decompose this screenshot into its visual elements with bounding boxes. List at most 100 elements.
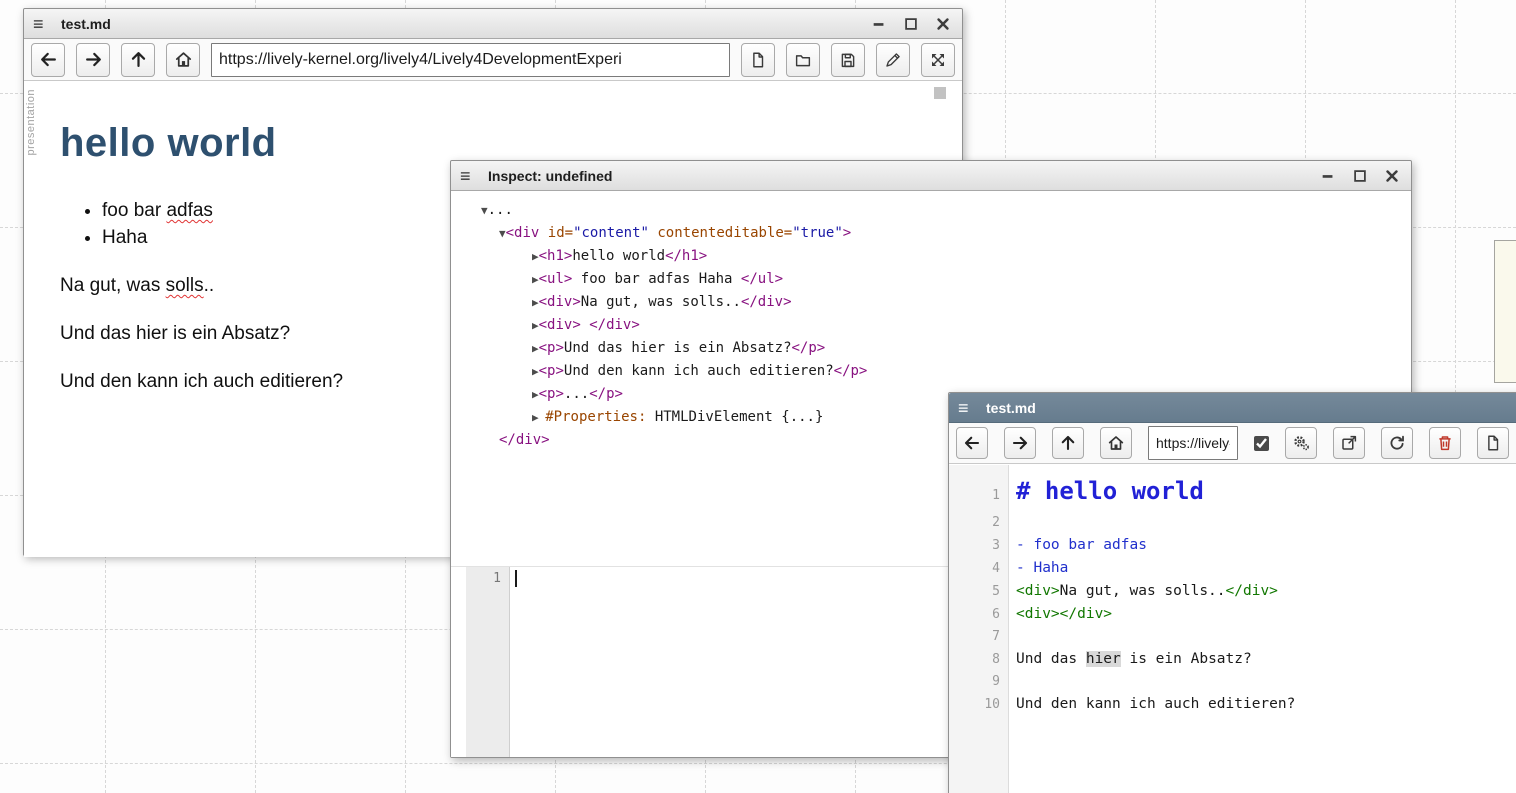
up-arrow-icon <box>1059 434 1077 452</box>
misspelled-word: adfas <box>166 200 212 221</box>
window-menu-icon[interactable]: ≡ <box>33 15 57 33</box>
editor-line[interactable]: 6<div></div> <box>949 603 1516 626</box>
editor-lines: 1# hello world23- foo bar adfas4- Haha5<… <box>949 465 1516 716</box>
expand-arrows-icon <box>929 51 947 69</box>
tree-row[interactable]: ▶<h1>hello world</h1> <box>451 245 1411 268</box>
titlebar[interactable]: ≡ test.md <box>949 393 1516 423</box>
editor-line[interactable]: 3- foo bar adfas <box>949 534 1516 557</box>
presentation-label: presentation <box>25 89 37 156</box>
floppy-save-icon <box>839 51 857 69</box>
gears-icon <box>1292 434 1310 452</box>
file-icon <box>749 51 767 69</box>
line-number-gutter <box>466 567 510 757</box>
line-number: 10 <box>949 694 1009 716</box>
line-number: 8 <box>949 649 1009 671</box>
pencil-icon <box>884 51 902 69</box>
titlebar[interactable]: ≡ Inspect: undefined <box>451 161 1411 191</box>
tree-row[interactable]: ▶<ul> foo bar adfas Haha </ul> <box>451 268 1411 291</box>
desktop: ≡ test.md <box>0 0 1516 793</box>
new-file-button[interactable] <box>1477 427 1509 459</box>
open-folder-button[interactable] <box>786 43 820 77</box>
minimize-button[interactable] <box>1318 167 1338 185</box>
markdown-editor-window: ≡ test.md <box>948 392 1516 793</box>
delete-button[interactable] <box>1429 427 1461 459</box>
tree-row[interactable]: ▶<div> </div> <box>451 314 1411 337</box>
up-button[interactable] <box>121 43 155 77</box>
options-checkbox[interactable] <box>1254 436 1269 451</box>
maximize-icon <box>1352 168 1368 184</box>
url-input[interactable] <box>211 43 730 77</box>
close-icon <box>935 16 951 32</box>
window-title: test.md <box>61 16 111 32</box>
editor-line[interactable]: 1# hello world <box>949 475 1516 512</box>
text-cursor <box>515 570 517 587</box>
expand-button[interactable] <box>921 43 955 77</box>
url-input[interactable] <box>1148 426 1238 460</box>
tree-row[interactable]: ▶<p>Und den kann ich auch editieren?</p> <box>451 360 1411 383</box>
file-icon <box>1484 434 1502 452</box>
close-button[interactable] <box>933 15 953 33</box>
paragraph-text: .. <box>204 275 215 296</box>
forward-button[interactable] <box>76 43 110 77</box>
background-window-edge[interactable] <box>1494 240 1516 383</box>
back-button[interactable] <box>956 427 988 459</box>
tree-row[interactable]: ▼<div id="content" contenteditable="true… <box>451 222 1411 245</box>
navigation-toolbar <box>24 39 962 81</box>
edit-button[interactable] <box>876 43 910 77</box>
editor-line[interactable]: 4- Haha <box>949 557 1516 580</box>
line-number: 9 <box>949 671 1009 693</box>
minimize-button[interactable] <box>869 15 889 33</box>
navigation-toolbar <box>949 423 1516 464</box>
folder-icon <box>794 51 812 69</box>
home-icon <box>1107 434 1125 452</box>
back-button[interactable] <box>31 43 65 77</box>
line-number: 3 <box>949 535 1009 557</box>
external-link-icon <box>1340 434 1358 452</box>
editor-line[interactable]: 9 <box>949 671 1516 693</box>
line-number: 7 <box>949 626 1009 648</box>
editor-line[interactable]: 2 <box>949 512 1516 534</box>
maximize-button[interactable] <box>901 15 921 33</box>
line-number: 6 <box>949 604 1009 626</box>
list-item-text: foo bar <box>102 200 166 221</box>
window-controls <box>1318 167 1402 185</box>
line-number: 5 <box>949 581 1009 603</box>
trash-icon <box>1436 434 1454 452</box>
editor-line[interactable]: 5<div>Na gut, was solls..</div> <box>949 580 1516 603</box>
minimize-icon <box>871 16 887 32</box>
home-button[interactable] <box>166 43 200 77</box>
scrollbar-thumb[interactable] <box>934 87 946 99</box>
tree-row[interactable]: ▼... <box>451 199 1411 222</box>
editor-line[interactable]: 10Und den kann ich auch editieren? <box>949 693 1516 716</box>
forward-arrow-icon <box>84 50 103 69</box>
refresh-icon <box>1388 434 1406 452</box>
tree-row[interactable]: ▶<div>Na gut, was solls..</div> <box>451 291 1411 314</box>
window-menu-icon[interactable]: ≡ <box>958 399 982 417</box>
editor-line[interactable]: 8Und das hier is ein Absatz? <box>949 648 1516 671</box>
up-arrow-icon <box>129 50 148 69</box>
maximize-button[interactable] <box>1350 167 1370 185</box>
settings-button[interactable] <box>1285 427 1317 459</box>
forward-arrow-icon <box>1011 434 1029 452</box>
forward-button[interactable] <box>1004 427 1036 459</box>
open-external-button[interactable] <box>1333 427 1365 459</box>
window-menu-icon[interactable]: ≡ <box>460 167 484 185</box>
close-icon <box>1384 168 1400 184</box>
titlebar[interactable]: ≡ test.md <box>24 9 962 39</box>
close-button[interactable] <box>1382 167 1402 185</box>
line-number: 1 <box>451 571 510 586</box>
paragraph-text: Na gut, was <box>60 275 166 296</box>
save-button[interactable] <box>831 43 865 77</box>
home-button[interactable] <box>1100 427 1132 459</box>
maximize-icon <box>903 16 919 32</box>
tree-row[interactable]: ▶<p>Und das hier is ein Absatz?</p> <box>451 337 1411 360</box>
line-number: 4 <box>949 558 1009 580</box>
up-button[interactable] <box>1052 427 1084 459</box>
misspelled-word: solls <box>166 275 204 296</box>
back-arrow-icon <box>963 434 981 452</box>
reload-button[interactable] <box>1381 427 1413 459</box>
editor-line[interactable]: 7 <box>949 626 1516 648</box>
new-file-button[interactable] <box>741 43 775 77</box>
code-editor[interactable]: 1# hello world23- foo bar adfas4- Haha5<… <box>949 465 1516 793</box>
window-title: test.md <box>986 400 1036 416</box>
